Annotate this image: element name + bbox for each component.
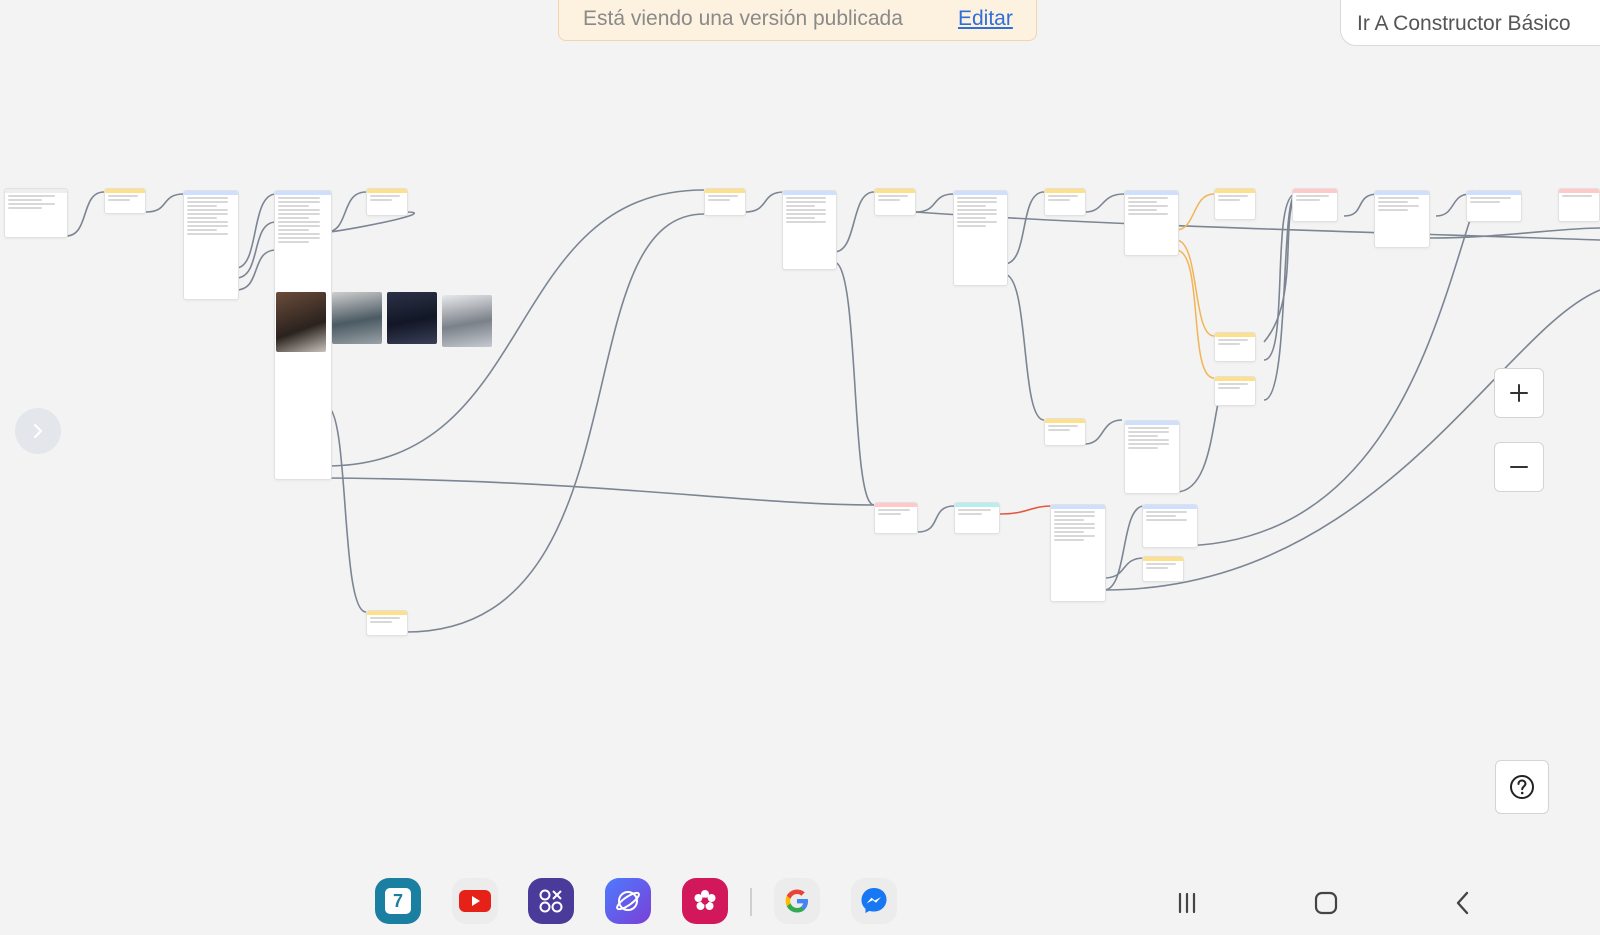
flow-node-action[interactable] (1214, 376, 1256, 406)
edit-link[interactable]: Editar (958, 7, 1013, 31)
plus-icon (1510, 384, 1528, 402)
gallery-app-icon[interactable] (682, 878, 728, 924)
help-button[interactable] (1495, 760, 1549, 814)
flow-node-message[interactable] (1124, 190, 1179, 256)
flow-node-message[interactable] (1466, 190, 1522, 222)
apps-folder-icon[interactable] (528, 878, 574, 924)
flow-node-message[interactable] (782, 190, 837, 270)
minus-icon (1510, 466, 1528, 468)
youtube-app-icon[interactable] (452, 878, 498, 924)
carousel-image (276, 292, 326, 352)
flow-node-message[interactable] (1050, 504, 1106, 602)
flow-node-webhook[interactable] (954, 502, 1000, 534)
back-icon[interactable] (1448, 888, 1478, 918)
recents-icon[interactable] (1172, 888, 1202, 918)
flow-node-message[interactable] (1124, 420, 1180, 494)
home-icon[interactable] (1311, 888, 1341, 918)
sidebar-toggle-button[interactable] (15, 408, 61, 454)
chevron-right-icon (33, 423, 43, 439)
calendar-app-icon[interactable]: 7 (375, 878, 421, 924)
browser-app-icon[interactable] (605, 878, 651, 924)
flow-canvas[interactable] (0, 0, 1600, 860)
android-dock: 7 (0, 860, 1600, 935)
flow-connections (65, 189, 1600, 633)
flow-node-message[interactable] (1142, 504, 1198, 548)
basic-builder-button[interactable]: Ir A Constructor Básico (1340, 0, 1600, 46)
flow-node-action[interactable] (366, 610, 408, 636)
banner-message: Está viendo una versión publicada (583, 7, 903, 30)
flow-node-action[interactable] (366, 188, 408, 216)
help-icon (1510, 775, 1534, 799)
flow-node-action[interactable] (1214, 188, 1256, 220)
flow-node-condition[interactable] (874, 502, 918, 534)
flow-node-action[interactable] (874, 188, 916, 216)
flow-node-action[interactable] (1044, 188, 1086, 216)
published-version-banner: Está viendo una versión publicada Editar (558, 0, 1037, 41)
carousel-image (387, 292, 437, 344)
flow-node-action[interactable] (1142, 556, 1184, 582)
flow-node-action[interactable] (1214, 332, 1256, 362)
flow-node-message[interactable] (953, 190, 1008, 286)
messenger-app-icon[interactable] (851, 878, 897, 924)
flow-node-condition[interactable] (1292, 188, 1338, 222)
calendar-day: 7 (385, 888, 411, 914)
carousel-image (332, 292, 382, 344)
google-app-icon[interactable] (774, 878, 820, 924)
flow-node-condition[interactable] (1558, 188, 1600, 222)
dock-divider (750, 888, 752, 916)
carousel-image (442, 295, 492, 347)
flow-node-message[interactable] (1374, 190, 1430, 248)
flow-node-start[interactable] (4, 188, 68, 238)
flow-node-action[interactable] (1044, 418, 1086, 446)
zoom-in-button[interactable] (1494, 368, 1544, 418)
zoom-out-button[interactable] (1494, 442, 1544, 492)
flow-node-message[interactable] (183, 190, 239, 300)
flow-node-action[interactable] (704, 188, 746, 216)
flow-node-action[interactable] (104, 188, 146, 214)
